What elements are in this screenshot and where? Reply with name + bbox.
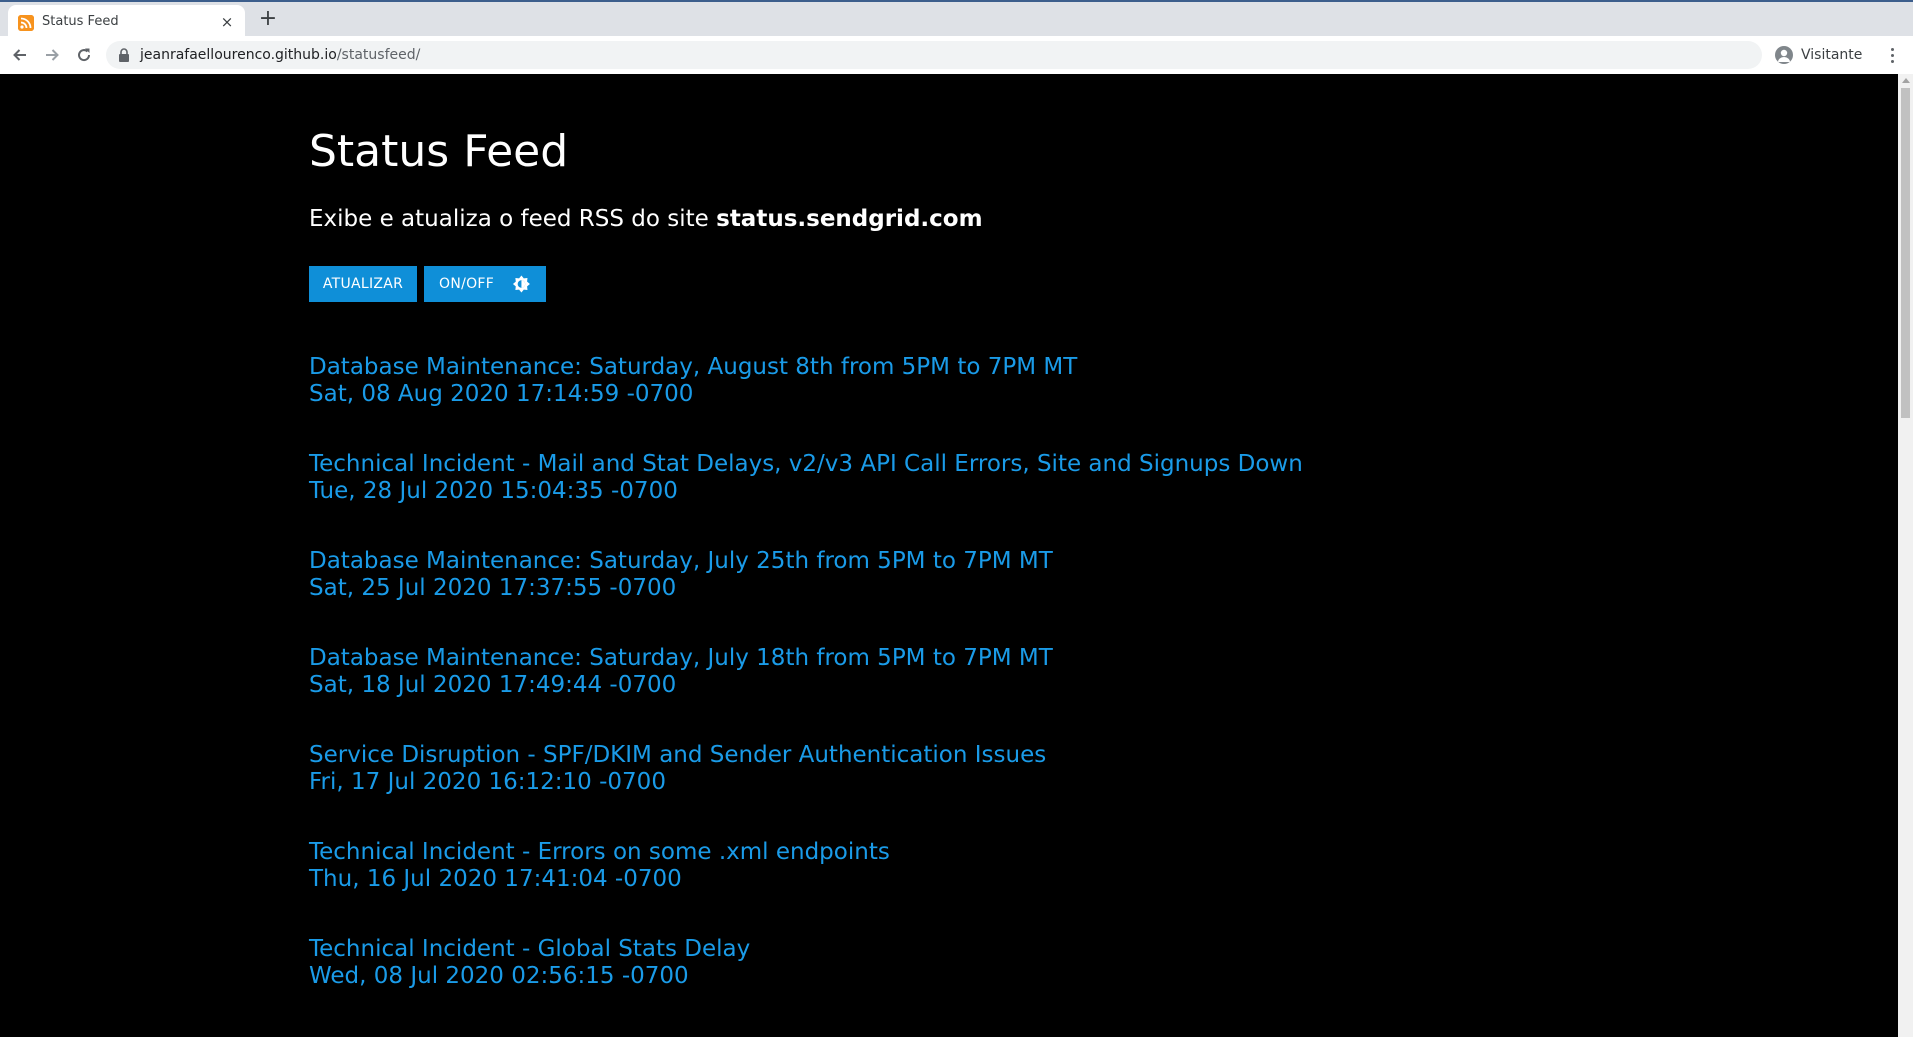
- scrollbar-thumb[interactable]: [1901, 88, 1910, 418]
- browser-menu-button[interactable]: [1880, 43, 1904, 67]
- feed-item-title-link[interactable]: Technical Incident - Global Stats Delay: [309, 936, 750, 962]
- refresh-button[interactable]: ATUALIZAR: [309, 266, 417, 302]
- feed-item-title-link[interactable]: Service Disruption - SPF/DKIM and Sender…: [309, 742, 1046, 768]
- url-path: /statusfeed/: [336, 47, 421, 63]
- feed-item-date-link[interactable]: Fri, 17 Jul 2020 16:12:10 -0700: [309, 769, 666, 795]
- feed-item-date-link[interactable]: Tue, 28 Jul 2020 15:04:35 -0700: [309, 478, 678, 504]
- subtitle-text: Exibe e atualiza o feed RSS do site: [309, 206, 717, 232]
- feed-item: Technical Incident - Errors on some .xml…: [309, 839, 1609, 899]
- url-text: jeanrafaellourenco.github.io/statusfeed/: [140, 47, 420, 63]
- subtitle-site: status.sendgrid.com: [716, 206, 983, 232]
- tab-status-feed[interactable]: Status Feed ×: [8, 5, 245, 38]
- page-scrollbar[interactable]: [1898, 74, 1913, 1037]
- page-subtitle: Exibe e atualiza o feed RSS do site stat…: [309, 206, 983, 232]
- brightness-icon: [513, 275, 531, 293]
- menu-dot-icon: [1890, 59, 1894, 63]
- reload-button[interactable]: [72, 43, 96, 67]
- url-host: jeanrafaellourenco.github.io: [140, 47, 337, 63]
- address-bar[interactable]: jeanrafaellourenco.github.io/statusfeed/: [106, 41, 1762, 69]
- feed-item: Database Maintenance: Saturday, July 18t…: [309, 645, 1609, 705]
- action-buttons: ATUALIZAR ON/OFF: [309, 266, 546, 302]
- forward-button[interactable]: [40, 43, 64, 67]
- menu-dot-icon: [1890, 47, 1894, 51]
- feed-item-title-link[interactable]: Database Maintenance: Saturday, August 8…: [309, 354, 1077, 380]
- feed-item: Technical Incident - Mail and Stat Delay…: [309, 451, 1609, 511]
- feed-item: Service Disruption - SPF/DKIM and Sender…: [309, 742, 1609, 802]
- reload-icon: [78, 48, 91, 62]
- avatar-icon: [1775, 46, 1793, 64]
- arrow-right-icon: [46, 49, 59, 61]
- new-tab-button[interactable]: +: [256, 8, 280, 32]
- tab-strip: Status Feed × +: [0, 2, 1913, 38]
- feed-item-date-link[interactable]: Thu, 16 Jul 2020 17:41:04 -0700: [309, 866, 682, 892]
- back-button[interactable]: [8, 43, 32, 67]
- toggle-label: ON/OFF: [439, 276, 495, 292]
- lock-icon: [119, 48, 129, 62]
- feed-item: Technical Incident - Global Stats Delay W…: [309, 936, 1609, 996]
- feed-item-title-link[interactable]: Database Maintenance: Saturday, July 18t…: [309, 645, 1053, 671]
- feed-item: Database Maintenance: Saturday, July 25t…: [309, 548, 1609, 608]
- feed-item-date-link[interactable]: Wed, 08 Jul 2020 02:56:15 -0700: [309, 963, 689, 989]
- browser-toolbar: jeanrafaellourenco.github.io/statusfeed/…: [0, 36, 1913, 74]
- feed-item-date-link[interactable]: Sat, 25 Jul 2020 17:37:55 -0700: [309, 575, 676, 601]
- feed-item-title-link[interactable]: Technical Incident - Mail and Stat Delay…: [309, 451, 1303, 477]
- close-icon[interactable]: ×: [217, 12, 237, 32]
- profile-name: Visitante: [1801, 47, 1863, 63]
- page-viewport: Status Feed Exibe e atualiza o feed RSS …: [0, 74, 1898, 1037]
- arrow-left-icon: [13, 49, 26, 61]
- browser-chrome: Status Feed × + jeanrafaellourenco.githu…: [0, 0, 1913, 74]
- feed-item-date-link[interactable]: Sat, 18 Jul 2020 17:49:44 -0700: [309, 672, 676, 698]
- feed-item-title-link[interactable]: Database Maintenance: Saturday, July 25t…: [309, 548, 1053, 574]
- feed-item: Database Maintenance: Saturday, August 8…: [309, 354, 1609, 414]
- feed-item-date-link[interactable]: Sat, 08 Aug 2020 17:14:59 -0700: [309, 381, 693, 407]
- page-title: Status Feed: [309, 126, 569, 177]
- toggle-theme-button[interactable]: ON/OFF: [424, 266, 546, 302]
- profile-button[interactable]: Visitante: [1769, 41, 1883, 69]
- tab-title: Status Feed: [42, 14, 119, 29]
- feed-item-title-link[interactable]: Technical Incident - Errors on some .xml…: [309, 839, 890, 865]
- menu-dot-icon: [1890, 53, 1894, 57]
- rss-icon: [18, 15, 34, 31]
- scroll-up-icon[interactable]: [1902, 78, 1910, 83]
